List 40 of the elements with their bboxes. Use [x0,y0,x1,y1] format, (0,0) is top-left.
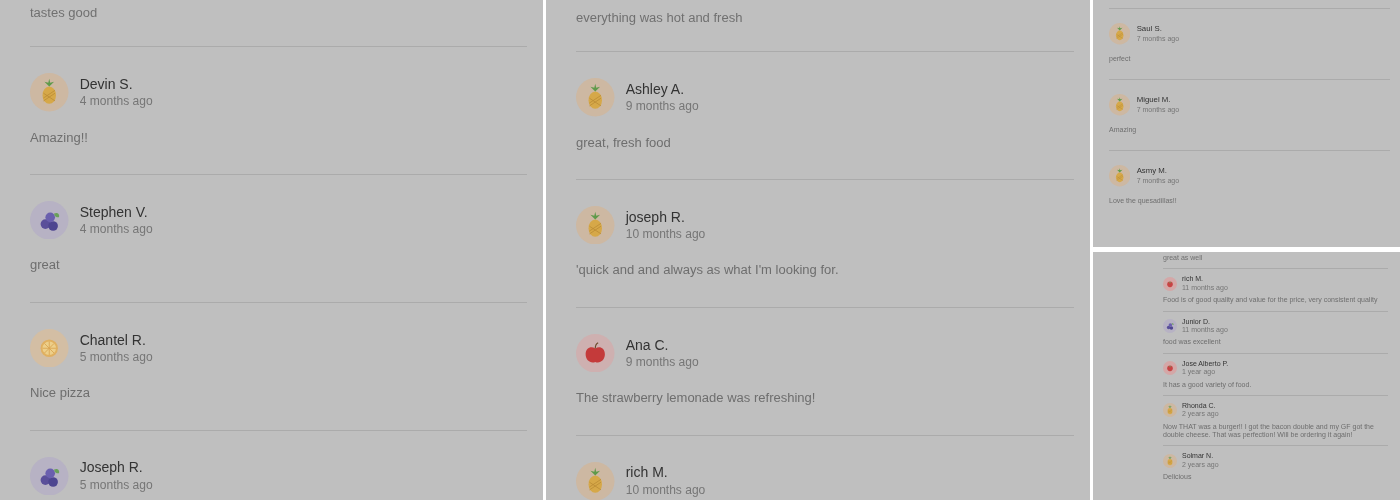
review-time: 9 months ago [625,353,699,371]
review-text: tastes good [30,3,99,22]
review-text: Nice pizza [30,384,92,402]
pineapple-avatar-icon [576,205,615,245]
review-text: great, fresh food [576,133,672,152]
reviewer-name: joseph R. [625,207,686,226]
pineapple-avatar-icon [576,461,615,500]
review-time: 5 months ago [79,476,153,494]
reviewer-name: Chantel R. [79,330,147,349]
tomato-avatar-icon [1163,361,1177,376]
review-time: 9 months ago [625,98,699,115]
blueberry-avatar-icon [30,456,69,496]
review-text: everything was hot and fresh [576,8,744,27]
review-time: 5 months ago [79,348,153,366]
apple-avatar-icon [576,333,615,373]
review-time: 4 months ago [79,93,153,110]
review-text: 'quick and and always as what I'm looking for. [576,261,840,279]
reviewer-name: Stephen V. [79,202,149,221]
reviewer-name: Ana C. [625,335,670,354]
reviewer-name: Joseph R. [79,458,144,477]
review-text: Amazing!! [30,128,89,147]
reviewer-name: Devin S. [79,74,134,93]
blueberry-avatar-icon [30,200,69,240]
review-time: 4 months ago [79,220,153,238]
pineapple-avatar-icon [1163,403,1177,418]
reviewer-name: rich M. [625,463,669,482]
pineapple-avatar-icon [1163,453,1177,468]
pineapple-avatar-icon [30,73,69,112]
pineapple-avatar-icon [576,78,615,117]
review-text: The strawberry lemonade was refreshing! [576,389,817,407]
review-time: 10 months ago [625,481,706,499]
citrus-avatar-icon [30,328,69,368]
pineapple-avatar-icon [1109,165,1131,187]
tomato-avatar-icon [1163,276,1177,291]
pineapple-avatar-icon [1109,23,1131,45]
pineapple-avatar-icon [1109,94,1131,116]
reviewer-name: Ashley A. [625,79,686,98]
blueberry-avatar-icon [1163,318,1177,333]
review-text: great [30,256,61,274]
review-time: 10 months ago [625,225,706,243]
